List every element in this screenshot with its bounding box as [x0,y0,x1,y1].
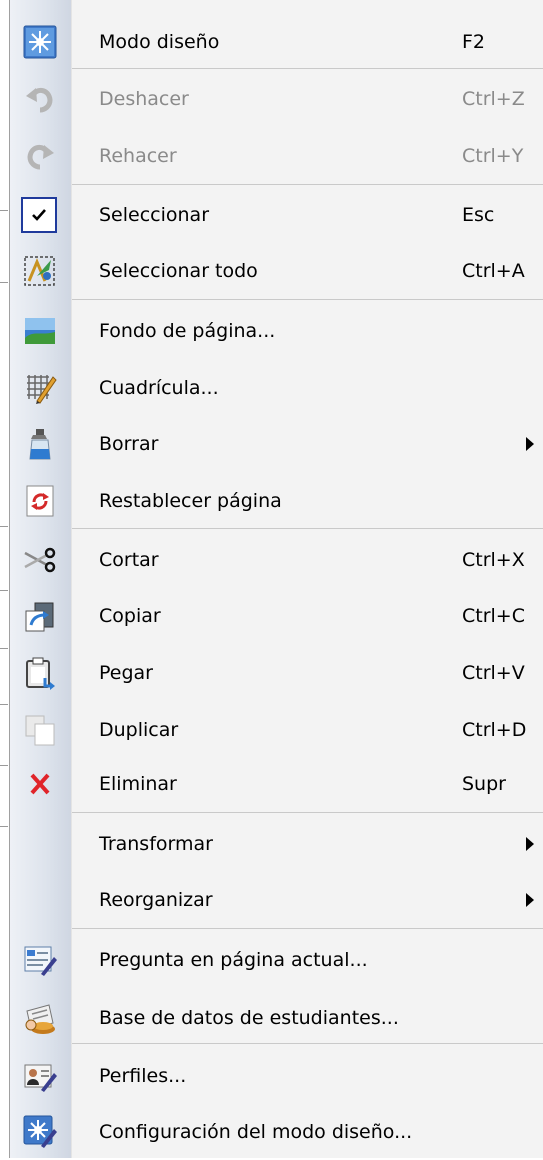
menu-item-select-all[interactable]: Seleccionar todo Ctrl+A [10,242,543,299]
menu-item-shortcut: Ctrl+Z [462,87,525,110]
menu-item-page-background[interactable]: Fondo de página... [10,302,543,359]
menu-item-label: Cortar [99,548,159,571]
menu-item-copy[interactable]: Copiar Ctrl+C [10,587,543,644]
menu-item-profiles[interactable]: Perfiles... [10,1047,543,1104]
menu-item-label: Pegar [99,661,153,684]
menu-item-select[interactable]: Seleccionar Esc [10,186,543,243]
menu-item-label: Seleccionar [99,203,210,226]
menu-item-label: Base de datos de estudiantes... [99,1006,399,1029]
menu-item-paste[interactable]: Pegar Ctrl+V [10,644,543,701]
redo-icon [23,139,57,173]
menu-item-redo[interactable]: Rehacer Ctrl+Y [10,127,543,184]
submenu-arrow-icon [526,892,534,907]
menu-item-cut[interactable]: Cortar Ctrl+X [10,531,543,588]
menu-item-design-mode-settings[interactable]: Configuración del modo diseño... [10,1103,543,1160]
menu-item-question-current-page[interactable]: Pregunta en página actual... [10,931,543,988]
design-mode-icon [23,25,57,59]
paste-icon [23,656,57,690]
menu-item-label: Reorganizar [99,888,213,911]
separator [72,928,543,929]
menu-item-undo[interactable]: Deshacer Ctrl+Z [10,70,543,127]
menu-item-label: Fondo de página... [99,319,276,342]
page-background-icon [23,314,57,348]
menu-item-label: Restablecer página [99,489,282,512]
separator [72,184,543,185]
menu-item-clear[interactable]: Borrar [10,415,543,472]
menu-item-shortcut: Ctrl+D [462,718,527,741]
scissors-icon [23,543,57,577]
grid-icon [23,371,57,405]
menu-item-label: Perfiles... [99,1064,187,1087]
menu-item-label: Borrar [99,432,159,455]
menu-item-shortcut: Supr [462,772,506,795]
profiles-icon [23,1059,57,1093]
menu-item-label: Copiar [99,604,161,627]
submenu-arrow-icon [526,436,534,451]
menu-item-label: Modo diseño [99,30,220,53]
student-database-icon [23,1001,57,1035]
menu-item-grid[interactable]: Cuadrícula... [10,359,543,416]
question-page-icon [23,943,57,977]
context-menu: Modo diseño F2 Deshacer Ctrl+Z Rehacer C… [9,0,543,1158]
menu-item-shortcut: Ctrl+Y [462,144,524,167]
undo-icon [23,82,57,116]
menu-item-design-mode[interactable]: Modo diseño F2 [10,13,543,70]
menu-item-reorganize[interactable]: Reorganizar [10,871,543,928]
menu-item-shortcut: F2 [462,30,486,53]
copy-icon [23,599,57,633]
menu-item-label: Transformar [99,832,213,855]
duplicate-icon [23,713,57,747]
menu-item-shortcut: Ctrl+A [462,259,525,282]
separator [72,812,543,813]
menu-item-shortcut: Ctrl+C [462,604,525,627]
menu-item-label: Pregunta en página actual... [99,948,368,971]
menu-item-label: Cuadrícula... [99,376,219,399]
menu-item-reset-page[interactable]: Restablecer página [10,472,543,529]
menu-item-student-database[interactable]: Base de datos de estudiantes... [10,989,543,1046]
menu-item-label: Duplicar [99,718,179,741]
menu-item-transform[interactable]: Transformar [10,815,543,872]
menu-item-shortcut: Ctrl+V [462,661,525,684]
design-settings-icon [23,1115,57,1149]
menu-item-label: Eliminar [99,772,177,795]
submenu-arrow-icon [526,836,534,851]
select-all-icon [23,254,57,288]
check-icon [21,196,57,233]
menu-item-label: Rehacer [99,144,177,167]
menu-item-shortcut: Esc [462,203,495,226]
menu-item-duplicate[interactable]: Duplicar Ctrl+D [10,701,543,758]
reset-page-icon [23,484,57,518]
menu-item-shortcut: Ctrl+X [462,548,525,571]
menu-item-delete[interactable]: Eliminar Supr [10,755,543,812]
menu-item-label: Configuración del modo diseño... [99,1120,413,1143]
menu-item-label: Seleccionar todo [99,259,258,282]
delete-x-icon [23,767,57,801]
clear-spray-icon [23,427,57,461]
menu-item-label: Deshacer [99,87,189,110]
separator [72,299,543,300]
